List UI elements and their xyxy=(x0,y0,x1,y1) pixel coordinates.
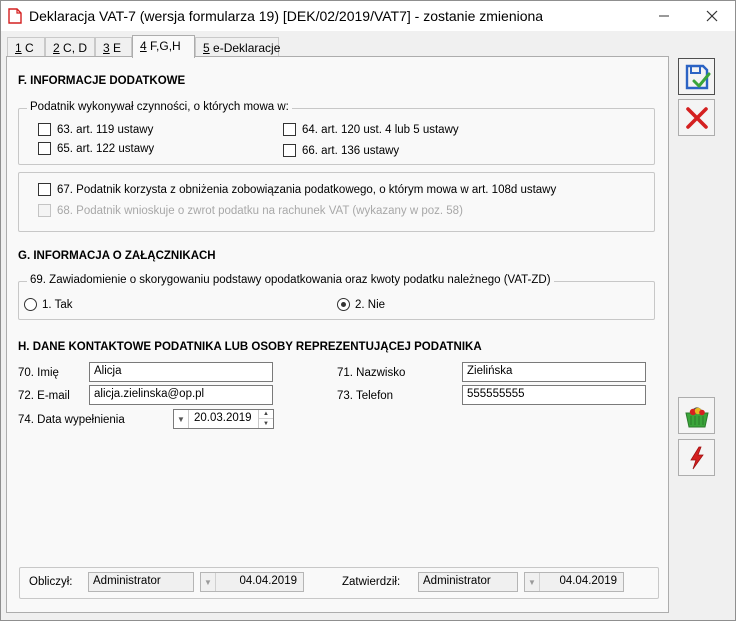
document-icon xyxy=(8,8,22,24)
telefon-label: 73. Telefon xyxy=(337,390,394,402)
tab-3-e[interactable]: 3 E xyxy=(95,37,132,57)
title-bar: Deklaracja VAT-7 (wersja formularza 19) … xyxy=(1,1,735,31)
tab-panel-fgh: F. INFORMACJE DODATKOWE Podatnik wykonyw… xyxy=(6,56,669,613)
save-button[interactable] xyxy=(678,58,715,95)
basket-icon xyxy=(684,406,709,427)
save-icon xyxy=(685,64,710,89)
checkbox-66[interactable]: 66. art. 136 ustawy xyxy=(283,144,399,157)
close-button[interactable] xyxy=(689,1,735,31)
lightning-icon xyxy=(689,446,704,469)
spin-down-button[interactable]: ▼ xyxy=(259,419,273,428)
data-wypelnienia-field[interactable]: ▼ 20.03.2019 ▲ ▼ xyxy=(173,409,274,429)
section-g-title: G. INFORMACJA O ZAŁĄCZNIKACH xyxy=(18,250,216,262)
activities-group-legend: Podatnik wykonywał czynności, o których … xyxy=(27,101,292,113)
zatwierdzil-user-field: Administrator xyxy=(418,572,518,592)
nazwisko-input[interactable]: Zielińska xyxy=(462,362,646,382)
nazwisko-label: 71. Nazwisko xyxy=(337,367,406,379)
vat-zd-group: 69. Zawiadomienie o skorygowaniu podstaw… xyxy=(18,274,655,320)
tab-2-cd[interactable]: 2 C, D xyxy=(45,37,95,57)
minimize-icon xyxy=(659,15,669,17)
checkbox-64[interactable]: 64. art. 120 ust. 4 lub 5 ustawy xyxy=(283,123,459,136)
cancel-button[interactable] xyxy=(678,99,715,136)
section-h-title: H. DANE KONTAKTOWE PODATNIKA LUB OSOBY R… xyxy=(18,341,482,353)
zatwierdzil-date-dropdown: ▼ xyxy=(525,573,540,591)
spin-up-button[interactable]: ▲ xyxy=(259,410,273,419)
obliczyl-user-field: Administrator xyxy=(88,572,194,592)
checkbox-65[interactable]: 65. art. 122 ustawy xyxy=(38,142,154,155)
imie-input[interactable]: Alicja xyxy=(89,362,273,382)
section-f-title: F. INFORMACJE DODATKOWE xyxy=(18,75,186,87)
date-spinner: ▲ ▼ xyxy=(258,410,273,428)
email-label: 72. E-mail xyxy=(18,390,70,402)
data-wypelnienia-value: 20.03.2019 xyxy=(194,412,252,424)
email-input[interactable]: alicja.zielinska@op.pl xyxy=(89,385,273,405)
zatwierdzil-date-field: ▼ 04.04.2019 xyxy=(524,572,624,592)
obliczyl-label: Obliczył: xyxy=(29,576,73,588)
checkbox-66-box[interactable] xyxy=(283,144,296,157)
radio-nie-circle[interactable] xyxy=(337,298,350,311)
obliczyl-date-dropdown: ▼ xyxy=(201,573,216,591)
tab-4-fgh[interactable]: 4 F,G,H xyxy=(132,35,195,58)
radio-nie[interactable]: 2. Nie xyxy=(337,298,385,311)
vat7-window: Deklaracja VAT-7 (wersja formularza 19) … xyxy=(0,0,736,621)
checkbox-65-box[interactable] xyxy=(38,142,51,155)
data-wypelnienia-label: 74. Data wypełnienia xyxy=(18,414,125,426)
tab-1-c[interactable]: 1 C xyxy=(7,37,45,57)
footer-approval-group: Obliczył: Administrator ▼ 04.04.2019 Zat… xyxy=(19,567,659,599)
zatwierdzil-date-value: 04.04.2019 xyxy=(559,575,617,587)
radio-tak-circle[interactable] xyxy=(24,298,37,311)
flash-button[interactable] xyxy=(678,439,715,476)
checkbox-63-box[interactable] xyxy=(38,123,51,136)
obliczyl-date-value: 04.04.2019 xyxy=(239,575,297,587)
reduction-group: 67. Podatnik korzysta z obniżenia zobowi… xyxy=(18,172,655,232)
obliczyl-date-field: ▼ 04.04.2019 xyxy=(200,572,304,592)
minimize-button[interactable] xyxy=(641,1,687,31)
checkbox-63[interactable]: 63. art. 119 ustawy xyxy=(38,123,153,136)
date-dropdown-button[interactable]: ▼ xyxy=(174,410,189,428)
basket-button[interactable] xyxy=(678,397,715,434)
checkbox-64-box[interactable] xyxy=(283,123,296,136)
radio-tak[interactable]: 1. Tak xyxy=(24,298,72,311)
vat-zd-group-legend: 69. Zawiadomienie o skorygowaniu podstaw… xyxy=(27,274,554,286)
zatwierdzil-label: Zatwierdził: xyxy=(342,576,401,588)
tab-5-e-deklaracje[interactable]: 5 e-Deklaracje xyxy=(195,37,280,57)
cancel-x-icon xyxy=(685,106,708,129)
window-title: Deklaracja VAT-7 (wersja formularza 19) … xyxy=(29,8,544,24)
checkbox-68: 68. Podatnik wnioskuje o zwrot podatku n… xyxy=(38,204,463,217)
close-icon xyxy=(706,10,718,22)
activities-group: Podatnik wykonywał czynności, o których … xyxy=(18,101,655,165)
imie-label: 70. Imię xyxy=(18,367,59,379)
checkbox-67-box[interactable] xyxy=(38,183,51,196)
checkbox-67[interactable]: 67. Podatnik korzysta z obniżenia zobowi… xyxy=(38,183,556,196)
telefon-input[interactable]: 555555555 xyxy=(462,385,646,405)
checkbox-68-box xyxy=(38,204,51,217)
